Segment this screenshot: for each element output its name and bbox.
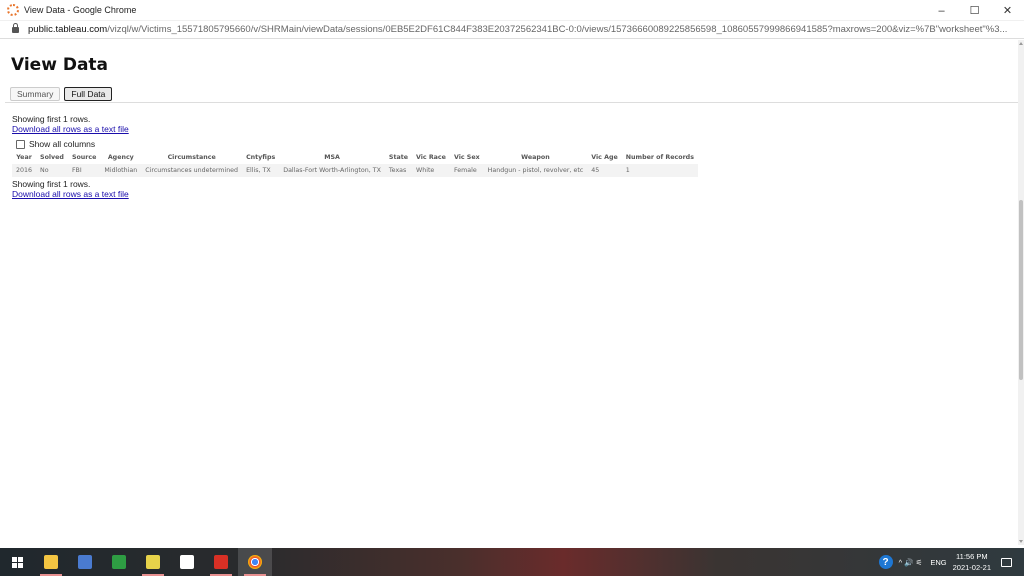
show-all-columns-checkbox[interactable]: [16, 139, 25, 149]
url-host: public.tableau.com: [28, 24, 108, 35]
page-content: View Data Summary Full Data Showing firs…: [5, 40, 1018, 545]
data-table: Year Solved Source Agency Circumstance C…: [12, 153, 698, 177]
col-header[interactable]: State: [385, 153, 412, 164]
calculator-icon: [78, 555, 92, 569]
close-button[interactable]: ✕: [991, 0, 1024, 21]
taskbar-document-app[interactable]: [170, 548, 204, 576]
minimize-button[interactable]: –: [925, 0, 958, 21]
col-header[interactable]: Vic Race: [412, 153, 450, 164]
col-header[interactable]: Agency: [100, 153, 141, 164]
tabs-divider: [5, 102, 1018, 103]
table-cell: Female: [449, 164, 484, 177]
col-header[interactable]: MSA: [279, 153, 385, 164]
tableau-icon: [7, 4, 19, 16]
show-all-columns-label: Show all columns: [29, 139, 96, 149]
window-titlebar: View Data - Google Chrome – ☐ ✕: [0, 0, 1024, 21]
col-header[interactable]: Circumstance: [141, 153, 242, 164]
download-link-bottom[interactable]: Download all rows as a text file: [12, 189, 129, 199]
windows-icon: [11, 556, 23, 568]
window-title: View Data - Google Chrome: [24, 5, 137, 15]
table-cell: White: [411, 164, 450, 177]
gmail-icon: [214, 555, 228, 569]
table-cell: Dallas-Fort Worth-Arlington, TX: [279, 164, 385, 177]
scrollbar-thumb[interactable]: [1019, 200, 1023, 380]
taskbar-gmail-app[interactable]: [204, 548, 238, 576]
col-header[interactable]: Source: [68, 153, 100, 164]
taskbar: ? ^ 🔊 ⚟ ENG 11:56 PM 2021-02-21: [0, 548, 1024, 576]
col-header[interactable]: Weapon: [484, 153, 588, 164]
show-all-columns-row[interactable]: Show all columns: [16, 139, 95, 149]
table-cell: FBI: [67, 164, 101, 177]
page-title: View Data: [11, 55, 109, 75]
language-indicator[interactable]: ENG: [930, 558, 946, 567]
clock-date: 2021-02-21: [952, 563, 991, 572]
tab-summary[interactable]: Summary: [10, 87, 61, 101]
showing-rows-bottom: Showing first 1 rows.: [12, 179, 91, 189]
download-link-top[interactable]: Download all rows as a text file: [12, 124, 129, 134]
col-header[interactable]: Cntyfips: [242, 153, 279, 164]
table-cell: 1: [621, 164, 698, 177]
showing-rows-top: Showing first 1 rows.: [12, 114, 91, 124]
clock[interactable]: 11:56 PM 2021-02-21: [953, 551, 991, 573]
help-icon[interactable]: ?: [878, 555, 893, 569]
col-header[interactable]: Year: [12, 153, 36, 164]
table-cell: 45: [587, 164, 622, 177]
taskbar-paint-app[interactable]: [136, 548, 170, 576]
url-path: /vizql/w/Victims_15571805795660/v/SHRMai…: [107, 24, 1008, 35]
scroll-up-icon[interactable]: [1019, 42, 1023, 45]
taskbar-file-explorer[interactable]: [34, 548, 68, 576]
col-header[interactable]: Solved: [36, 153, 68, 164]
table-cell: Ellis, TX: [242, 164, 280, 177]
system-tray: ? ^ 🔊 ⚟ ENG 11:56 PM 2021-02-21: [878, 548, 1024, 576]
view-tabs: Summary Full Data: [10, 87, 113, 101]
taskbar-calculator[interactable]: [68, 548, 102, 576]
col-header[interactable]: Number of Records: [622, 153, 698, 164]
col-header[interactable]: Vic Age: [587, 153, 622, 164]
table-row: 2016 No FBI Midlothian Circumstances und…: [12, 164, 698, 177]
table-cell: Midlothian: [100, 164, 142, 177]
taskbar-money-app[interactable]: [102, 548, 136, 576]
vertical-scrollbar[interactable]: [1018, 40, 1024, 545]
window-controls: – ☐ ✕: [925, 0, 1024, 21]
document-icon: [180, 555, 194, 569]
maximize-button[interactable]: ☐: [958, 0, 991, 21]
col-header[interactable]: Vic Sex: [450, 153, 484, 164]
notification-icon[interactable]: [1001, 557, 1012, 567]
lock-icon: [12, 22, 19, 33]
table-cell: Circumstances undetermined: [141, 164, 243, 177]
tab-full-data[interactable]: Full Data: [64, 87, 113, 101]
table-cell: 2016: [12, 164, 37, 177]
chrome-icon: [248, 555, 262, 569]
table-cell: Texas: [384, 164, 412, 177]
table-header-row: Year Solved Source Agency Circumstance C…: [12, 153, 698, 164]
money-icon: [112, 555, 126, 569]
url-field[interactable]: public.tableau.com/vizql/w/Victims_15571…: [28, 24, 1013, 35]
tray-icons[interactable]: ^ 🔊 ⚟: [899, 558, 923, 567]
folder-icon: [44, 555, 58, 569]
address-bar[interactable]: public.tableau.com/vizql/w/Victims_15571…: [0, 21, 1024, 39]
scroll-down-icon[interactable]: [1019, 540, 1023, 543]
clock-time: 11:56 PM: [956, 552, 988, 561]
taskbar-chrome-app[interactable]: [238, 548, 272, 576]
start-button[interactable]: [0, 548, 34, 576]
paint-icon: [146, 555, 160, 569]
table-cell: Handgun - pistol, revolver, etc: [483, 164, 588, 177]
table-cell: No: [36, 164, 68, 177]
